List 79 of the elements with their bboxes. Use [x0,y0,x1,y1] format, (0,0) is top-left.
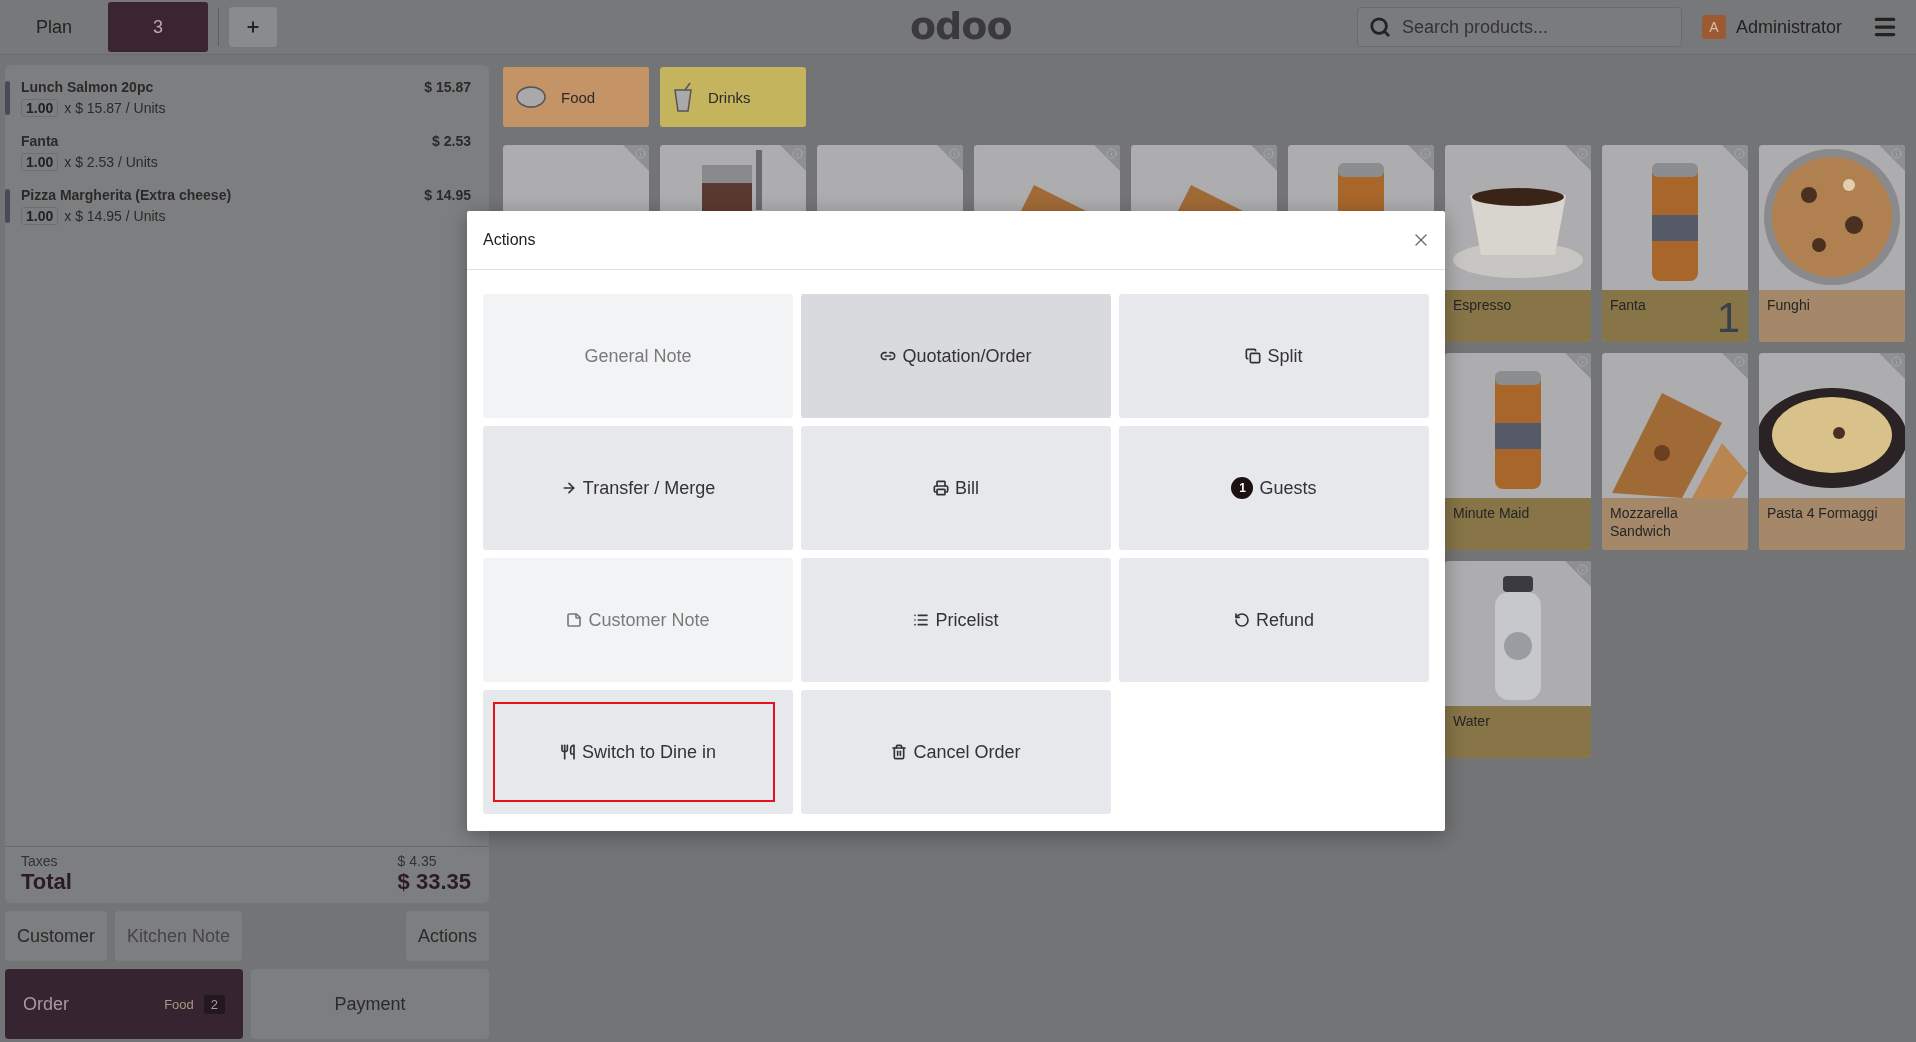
info-icon[interactable] [1106,148,1117,159]
product-tile[interactable]: Pasta 4 Formaggi [1759,353,1905,550]
action-button[interactable]: Cancel Order [801,690,1111,814]
action-button[interactable]: Transfer / Merge [483,426,793,550]
user-avatar[interactable]: A [1701,15,1726,39]
add-button[interactable] [229,7,277,47]
info-icon[interactable] [635,148,646,159]
category-button[interactable]: Drinks [660,67,806,127]
unit-price: x $ 15.87 / Units [64,100,166,116]
copy-icon [1245,348,1262,364]
info-icon[interactable] [1420,148,1431,159]
action-button[interactable]: Quotation/Order [801,294,1111,418]
food-icon [515,84,547,110]
note-icon [566,612,583,628]
category-button[interactable]: Food [503,67,649,127]
printer-icon [933,480,949,496]
logo: odoo [910,4,1012,48]
taxes-label: Taxes [21,853,59,869]
product-name: Funghi [1767,297,1810,315]
table-tab[interactable]: 3 [108,2,208,52]
product-tile[interactable]: Minute Maid [1445,353,1591,550]
product-name: Mozzarella Sandwich [1610,505,1679,541]
order-button[interactable]: Order Food 2 [5,969,243,1039]
taxes-amount: $ 4.35 [397,853,438,869]
action-button[interactable]: Refund [1119,558,1429,682]
info-icon[interactable] [792,148,803,159]
search-icon [1368,16,1391,38]
info-icon[interactable] [1577,356,1588,367]
plus-icon [245,19,261,35]
product-tile[interactable]: Mozzarella Sandwich [1602,353,1748,550]
unit-price: x $ 2.53 / Units [64,154,158,170]
product-name[interactable]: Pizza Margherita (Extra cheese) [21,187,425,203]
quantity: 1.00 [21,153,59,171]
total-amount: $ 33.35 [397,869,471,895]
payment-button[interactable]: Payment [251,969,489,1039]
action-button[interactable]: Bill [801,426,1111,550]
quantity: 1.00 [21,207,59,225]
product-name: Pasta 4 Formaggi [1767,505,1878,523]
user-name[interactable]: Administrator [1735,16,1842,38]
info-icon[interactable] [1263,148,1274,159]
product-name: Fanta [1610,297,1646,315]
action-button[interactable]: Pricelist [801,558,1111,682]
trash-icon [891,744,908,760]
plan-button[interactable]: Plan [0,0,108,54]
line-price: $ 14.95 [424,187,471,203]
info-icon[interactable] [1734,148,1745,159]
info-icon[interactable] [1577,564,1588,575]
search-field[interactable]: Search products... [1356,7,1682,47]
product-name: Water [1453,713,1490,731]
undo-icon [1233,612,1250,628]
product-tile[interactable]: Funghi [1759,145,1905,342]
unit-price: x $ 14.95 / Units [64,208,166,224]
product-name[interactable]: Lunch Salmon 20pc [21,79,425,95]
info-icon[interactable] [1891,356,1902,367]
info-icon[interactable] [1577,148,1588,159]
product-tile[interactable]: Water [1445,561,1591,758]
list-icon [913,612,930,628]
action-button[interactable]: 1 Guests [1119,426,1429,550]
info-icon[interactable] [1734,356,1745,367]
cutlery-icon [559,744,576,760]
drink-icon [672,82,694,112]
quantity: 1.00 [21,99,59,117]
action-button[interactable]: Split [1119,294,1429,418]
order-action-button[interactable]: Actions [405,911,489,961]
total-label: Total [21,869,73,895]
order-action-button[interactable]: Customer [5,911,108,961]
product-tile[interactable]: Espresso [1445,145,1591,342]
dialog-title: Actions [483,231,536,249]
action-button[interactable]: Switch to Dine in [483,690,793,814]
guest-count-badge: 1 [1231,477,1254,499]
line-price: $ 15.87 [424,79,471,95]
product-tile[interactable]: Fanta 1 [1602,145,1748,342]
info-icon[interactable] [949,148,960,159]
product-name[interactable]: Fanta [21,133,433,149]
info-icon[interactable] [1891,148,1902,159]
product-name: Minute Maid [1453,505,1530,523]
quantity-count: 1 [1716,297,1740,339]
line-price: $ 2.53 [432,133,471,149]
product-name: Espresso [1453,297,1512,315]
